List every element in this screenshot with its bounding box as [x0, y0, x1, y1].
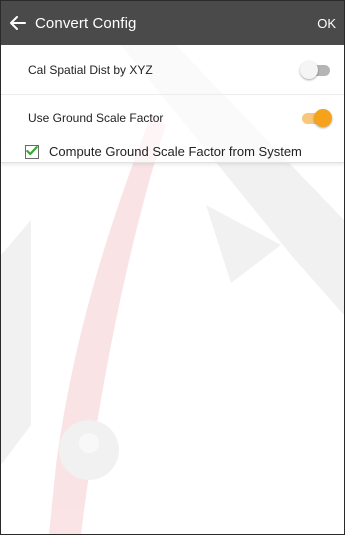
watermark-gray-left — [1, 220, 31, 465]
watermark-circle — [59, 420, 119, 480]
toggle-thumb — [314, 109, 332, 127]
back-button[interactable] — [7, 9, 29, 37]
watermark-gray-wedge — [206, 205, 281, 283]
ok-button[interactable]: OK — [311, 12, 336, 35]
app-window: Convert Config OK Cal Spatial Dist by XY… — [0, 0, 345, 535]
setting-label-ground-scale-factor: Use Ground Scale Factor — [28, 111, 164, 125]
arrow-left-icon — [10, 16, 26, 30]
settings-list: Cal Spatial Dist by XYZ Use Ground Scale… — [1, 45, 344, 163]
toggle-thumb — [300, 60, 318, 79]
setting-row-ground-scale-factor: Use Ground Scale Factor — [1, 95, 344, 141]
compute-gsf-checkbox[interactable] — [25, 144, 39, 159]
cal-spatial-dist-toggle[interactable] — [300, 60, 334, 80]
setting-row-cal-spatial-dist: Cal Spatial Dist by XYZ — [1, 45, 344, 95]
page-title: Convert Config — [35, 14, 137, 32]
setting-label-cal-spatial-dist: Cal Spatial Dist by XYZ — [28, 62, 153, 77]
check-icon — [26, 145, 38, 155]
ground-scale-factor-toggle[interactable] — [300, 108, 334, 128]
title-bar: Convert Config OK — [1, 1, 344, 45]
compute-gsf-checkbox-row[interactable]: Compute Ground Scale Factor from System — [1, 141, 344, 163]
watermark-red-stroke — [49, 115, 166, 534]
compute-gsf-label: Compute Ground Scale Factor from System — [49, 144, 302, 159]
